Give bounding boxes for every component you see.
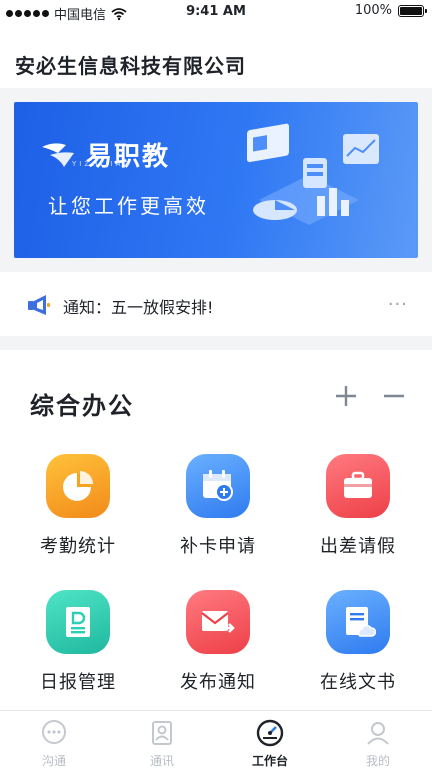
company-header: 安必生信息科技有限公司 [0,24,432,88]
tab-label: 我的 [365,754,390,768]
report-document-icon [46,590,110,654]
office-title: 综合办公 [30,392,134,420]
office-item-label: 出差请假 [320,536,396,557]
megaphone-icon [28,295,50,315]
bottom-tab-bar: 沟通 通讯 工作台 我的 [0,710,432,769]
contacts-icon [152,721,172,745]
tab-label: 通讯 [149,754,174,768]
office-item-label: 日报管理 [40,672,116,693]
tab-me[interactable]: 我的 [324,711,432,769]
office-item-business-trip[interactable]: 出差请假 [298,454,418,558]
tab-label: 工作台 [251,754,288,768]
banner-slogan: 让您工作更高效 [48,194,209,218]
mail-send-icon [186,590,250,654]
tab-contacts[interactable]: 通讯 [108,711,216,769]
office-section: 综合办公 考勤统计 补卡申请 出差请假 日报管理 发布通知 在线文书 [0,350,432,710]
office-item-label: 在线文书 [320,672,396,693]
pie-chart-icon [46,454,110,518]
company-name: 安必生信息科技有限公司 [15,54,246,78]
briefcase-icon [326,454,390,518]
status-right: 100% [354,3,427,18]
add-button[interactable] [328,378,364,414]
banner-illustration [247,123,379,225]
banner[interactable]: 易职教 YIZHIJIAO 让您工作更高效 [14,102,418,258]
battery-icon [398,4,427,17]
notice-more-button[interactable]: ··· [388,294,408,315]
minus-icon [384,394,404,398]
calendar-add-icon [186,454,250,518]
notice-bar[interactable]: 通知：五一放假安排! ··· [0,272,432,336]
office-item-label: 发布通知 [180,672,256,693]
office-item-attendance[interactable]: 考勤统计 [18,454,138,558]
battery-label: 100% [354,3,392,18]
remove-button[interactable] [376,378,412,414]
tab-label: 沟通 [41,754,66,768]
office-item-online-documents[interactable]: 在线文书 [298,590,418,694]
status-bar: 中国电信 9:41 AM 100% [0,0,432,24]
notice-text: 通知：五一放假安排! [63,298,214,317]
dashboard-gauge-icon [256,719,284,747]
document-cloud-icon [326,590,390,654]
office-item-label: 考勤统计 [40,536,116,557]
tab-chat[interactable]: 沟通 [0,711,108,769]
plus-icon [336,386,356,406]
office-item-reissue-card[interactable]: 补卡申请 [158,454,278,558]
banner-section: 易职教 YIZHIJIAO 让您工作更高效 [0,88,432,272]
office-item-daily-report[interactable]: 日报管理 [18,590,138,694]
office-item-publish-notice[interactable]: 发布通知 [158,590,278,694]
office-item-label: 补卡申请 [180,536,256,557]
brand-pinyin: YIZHIJIAO [72,160,132,168]
tab-workbench[interactable]: 工作台 [216,711,324,769]
chat-bubble-icon [42,720,66,744]
user-icon [367,722,389,745]
